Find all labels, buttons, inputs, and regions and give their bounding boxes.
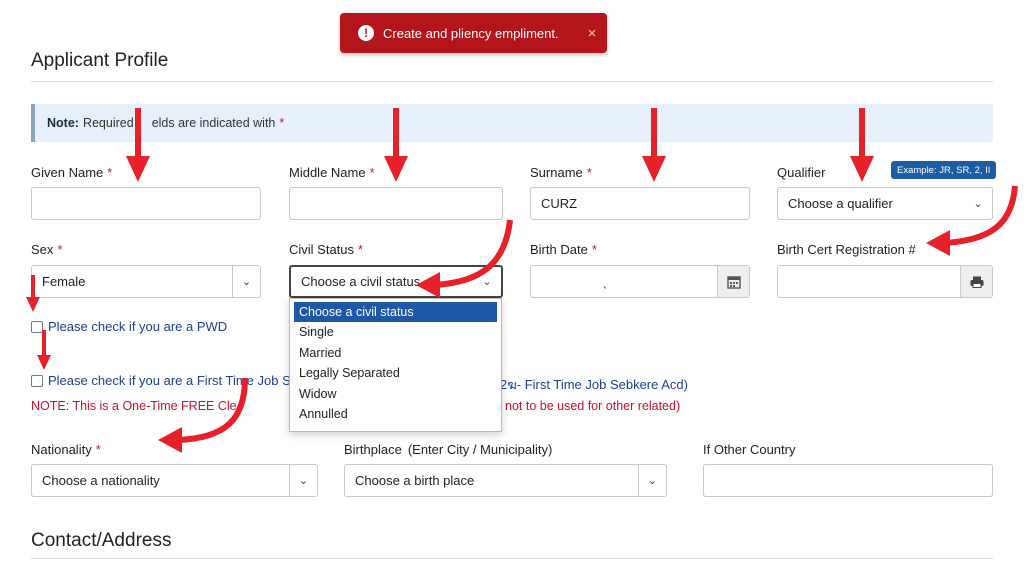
birthplace-select[interactable]: Choose a birth place ⌄ bbox=[344, 464, 667, 497]
other-country-label: If Other Country bbox=[703, 442, 796, 457]
note-text: Required bbox=[82, 116, 134, 130]
sex-value: Female bbox=[42, 274, 86, 289]
other-country-input[interactable] bbox=[703, 464, 993, 497]
qualifier-hint-badge: Example: JR, SR, 2, II bbox=[891, 161, 997, 179]
given-name-label: Given Name * bbox=[31, 165, 113, 180]
middle-name-input[interactable] bbox=[289, 187, 503, 220]
nationality-value: Choose a nationality bbox=[42, 473, 160, 488]
pwd-checkbox[interactable] bbox=[31, 320, 43, 333]
toast-message: Create and pliency empliment. bbox=[383, 25, 559, 41]
civil-status-option[interactable]: Choose a civil status bbox=[294, 302, 497, 323]
chevron-down-icon: ⌄ bbox=[482, 276, 492, 288]
qualifier-select[interactable]: Choose a qualifier ⌄ bbox=[777, 187, 993, 220]
civil-status-option[interactable]: Annulled bbox=[290, 404, 501, 424]
birth-date-value: ˎ bbox=[603, 274, 608, 289]
required-note: Note: Required elds are indicated with * bbox=[31, 104, 993, 142]
calendar-icon[interactable] bbox=[717, 266, 749, 297]
birth-cert-input[interactable] bbox=[777, 265, 993, 298]
required-asterisk: * bbox=[279, 116, 285, 130]
first-time-checkbox[interactable] bbox=[31, 374, 43, 387]
chevron-down-icon: ⌄ bbox=[973, 198, 983, 210]
pwd-checkbox-row[interactable]: Please check if you are a PWD bbox=[31, 319, 227, 334]
page-title: Applicant Profile bbox=[31, 50, 169, 71]
birth-date-label: Birth Date * bbox=[530, 242, 597, 257]
middle-name-label: Middle Name * bbox=[289, 165, 375, 180]
surname-label: Surname * bbox=[530, 165, 592, 180]
civil-status-option[interactable]: Married bbox=[290, 343, 501, 363]
nationality-select[interactable]: Choose a nationality ⌄ bbox=[31, 464, 318, 497]
section-divider bbox=[31, 558, 993, 559]
civil-status-option[interactable]: Single bbox=[290, 322, 501, 342]
qualifier-value: Choose a qualifier bbox=[788, 196, 893, 211]
section-divider bbox=[31, 81, 993, 82]
first-time-act-text: l2ฆ- First Time Job Sebkere Acd) bbox=[497, 377, 688, 392]
note-label: Note: bbox=[47, 116, 79, 130]
chevron-down-icon: ⌄ bbox=[638, 465, 666, 496]
civil-status-label: Civil Status * bbox=[289, 242, 364, 257]
close-icon[interactable]: × bbox=[577, 25, 607, 42]
sex-select[interactable]: Female ⌄ bbox=[31, 265, 261, 298]
civil-status-option[interactable]: Widow bbox=[290, 384, 501, 404]
birth-cert-label: Birth Cert Registration # bbox=[777, 242, 916, 257]
sex-label: Sex * bbox=[31, 242, 63, 257]
chevron-down-icon: ⌄ bbox=[289, 465, 317, 496]
birthplace-value: Choose a birth place bbox=[355, 473, 475, 488]
first-time-checkbox-row[interactable]: Please check if you are a First Time Job… bbox=[31, 373, 291, 388]
first-time-checkbox-label: Please check if you are a First Time Job… bbox=[48, 373, 291, 388]
contact-section-title: Contact/Address bbox=[31, 530, 172, 551]
birth-date-input[interactable]: ˎ bbox=[530, 265, 750, 298]
one-time-note-tail: not to be used for other related) bbox=[505, 399, 681, 413]
surname-input[interactable]: CURZ bbox=[530, 187, 750, 220]
note-text-tail: elds are indicated with bbox=[151, 116, 276, 130]
birthplace-label: Birthplace (Enter City / Municipality) bbox=[344, 442, 553, 457]
civil-status-dropdown[interactable]: Choose a civil status Single Married Leg… bbox=[289, 298, 502, 432]
pwd-checkbox-label: Please check if you are a PWD bbox=[48, 319, 228, 334]
civil-status-option[interactable]: Legally Separated bbox=[290, 363, 501, 383]
one-time-note: NOTE: This is a One-Time FREE Cle bbox=[31, 399, 237, 413]
chevron-down-icon: ⌄ bbox=[232, 266, 260, 297]
nationality-label: Nationality * bbox=[31, 442, 101, 457]
alert-circle-icon: ! bbox=[358, 25, 374, 41]
scan-icon[interactable] bbox=[960, 266, 992, 297]
surname-value: CURZ bbox=[541, 196, 578, 211]
civil-status-value: Choose a civil status bbox=[301, 274, 421, 289]
given-name-input[interactable] bbox=[31, 187, 261, 220]
error-toast: ! Create and pliency empliment. × bbox=[340, 13, 607, 53]
civil-status-select[interactable]: Choose a civil status ⌄ bbox=[289, 265, 503, 298]
qualifier-label: Qualifier bbox=[777, 165, 826, 180]
